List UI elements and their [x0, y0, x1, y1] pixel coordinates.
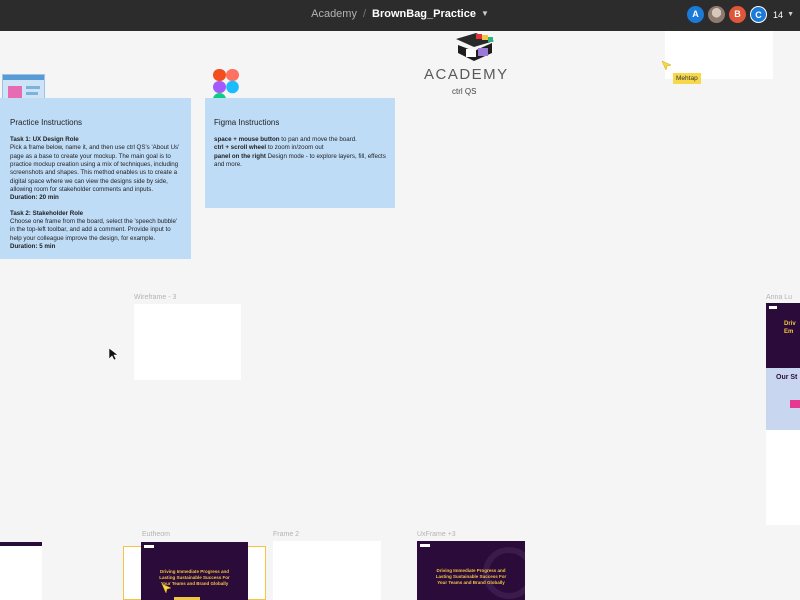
mockup-headline: Driving Immediate Progress and Lasting S… — [435, 568, 507, 585]
collaborator-cursor-label: Mehtap — [673, 73, 701, 84]
shortcut-desc: to zoom in/zoom out — [266, 144, 324, 152]
chevron-down-icon[interactable]: ▼ — [481, 9, 489, 18]
shortcut-desc: to pan and move the board. — [279, 135, 357, 143]
shortcut-key: space + mouse button — [214, 135, 280, 143]
collaborator-avatars: A B C 14 ▼ — [687, 6, 794, 23]
task2-title: Task 2: Stakeholder Role — [10, 209, 84, 217]
task2-duration: Duration: 5 min — [10, 243, 56, 251]
brand-main: ctrl — [452, 87, 463, 96]
collaborator-cursor-icon — [162, 584, 172, 594]
practice-instructions-note[interactable]: Practice Instructions Task 1: UX Design … — [0, 98, 191, 259]
frame-mockup-eutheom[interactable]: Driving Immediate Progress and Lasting S… — [141, 542, 248, 600]
task1-title: Task 1: UX Design Role — [10, 135, 79, 143]
ctrlqs-wordmark: ctrl QS — [452, 87, 476, 96]
task1-duration: Duration: 20 min — [10, 194, 59, 202]
shortcut-key: panel on the right — [214, 152, 266, 160]
chevron-down-icon[interactable]: ▼ — [787, 11, 794, 18]
figma-instructions-title: Figma Instructions — [214, 118, 280, 127]
frame-bottom-left[interactable] — [0, 542, 42, 600]
frame-label-right[interactable]: Anna Lu — [766, 294, 792, 301]
avatar[interactable]: C — [750, 6, 768, 23]
frame-label-wireframe-3[interactable]: Wireframe - 3 — [134, 294, 176, 301]
shortcut-key: ctrl + scroll wheel — [214, 144, 267, 152]
avatar[interactable]: A — [687, 6, 705, 23]
task1-block: Task 1: UX Design Role Pick a frame belo… — [10, 136, 181, 203]
figma-shortcut-line: ctrl + scroll wheel to zoom in/zoom out — [214, 144, 386, 152]
frame-frame-2[interactable] — [273, 541, 381, 600]
breadcrumb-project[interactable]: Academy — [311, 8, 357, 20]
frame-right-lower[interactable] — [766, 430, 800, 525]
practice-instructions-title: Practice Instructions — [10, 118, 83, 127]
academy-logo-icon — [456, 33, 494, 61]
frame-mockup-ux[interactable]: Driving Immediate Progress and Lasting S… — [417, 541, 525, 600]
frame-label-frame-2[interactable]: Frame 2 — [273, 531, 299, 538]
breadcrumb-file-name[interactable]: BrownBag_Practice — [372, 8, 476, 20]
avatar-photo[interactable] — [708, 6, 726, 23]
frame-wireframe-3[interactable] — [134, 304, 241, 380]
mockup-right-section: Our St — [766, 368, 800, 430]
top-toolbar: Academy / BrownBag_Practice ▼ A B C 14 ▼ — [0, 0, 800, 31]
brand-qs: QS — [464, 87, 477, 96]
mouse-pointer-icon — [109, 348, 119, 361]
frame-label-eutheom[interactable]: Eutheom — [142, 531, 170, 538]
frame-bottom-left-header — [0, 542, 42, 546]
figma-shortcut-line: panel on the right Design mode - to expl… — [214, 153, 386, 170]
breadcrumb: Academy / BrownBag_Practice ▼ — [0, 8, 800, 20]
breadcrumb-separator: / — [362, 8, 367, 20]
mockup-right-section-title: Our St — [776, 374, 798, 381]
task2-body: Choose one frame from the board, select … — [10, 218, 178, 242]
frame-top-right[interactable] — [665, 31, 773, 79]
task2-block: Task 2: Stakeholder Role Choose one fram… — [10, 210, 181, 252]
collaborator-count[interactable]: 14 — [773, 10, 783, 20]
task1-body: Pick a frame below, name it, and then us… — [10, 144, 180, 193]
academy-wordmark: ACADEMY — [424, 66, 509, 83]
frame-label-ux-frame[interactable]: UxFrame +3 — [417, 531, 456, 538]
collaborator-cursor-icon — [662, 61, 672, 71]
frame-mockup-right[interactable]: Driv Em — [766, 303, 800, 368]
figma-shortcut-line: space + mouse button to pan and move the… — [214, 136, 386, 144]
mockup-right-headline: Driv Em — [784, 321, 796, 335]
avatar[interactable]: B — [729, 6, 747, 23]
figma-instructions-note[interactable]: Figma Instructions space + mouse button … — [205, 98, 395, 208]
mockup-headline: Driving Immediate Progress and Lasting S… — [159, 569, 230, 586]
